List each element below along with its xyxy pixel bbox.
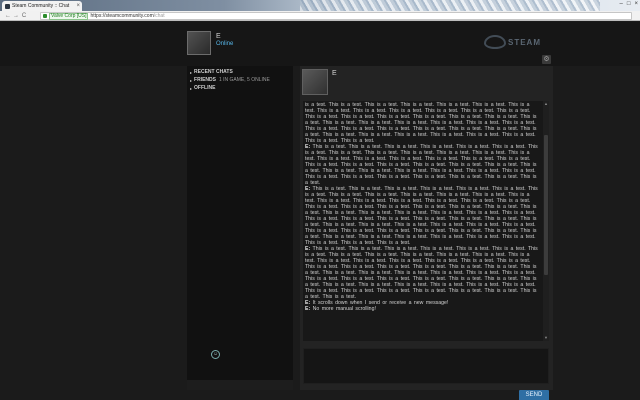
expand-arrow-icon: ▸ (190, 77, 193, 83)
scrollbar-thumb[interactable] (544, 135, 548, 275)
lock-icon (43, 14, 47, 18)
window-controls: – □ × (620, 0, 638, 9)
browser-toolbar: ← → C Valve Corp [US] https://steamcommu… (0, 11, 640, 21)
steam-logo-icon (484, 35, 506, 49)
user-status[interactable]: Online (216, 41, 233, 47)
chat-panel: E is a test. This is a test. This is a t… (300, 66, 553, 390)
gear-icon[interactable]: ⚙ (542, 55, 551, 64)
chat-message: E: This is a test. This is a test. This … (305, 144, 541, 186)
avatar[interactable] (187, 31, 211, 55)
send-button[interactable]: SEND (519, 390, 549, 400)
scroll-down-icon[interactable]: ▼ (543, 335, 549, 341)
message-sender: E: (305, 306, 311, 312)
expand-arrow-icon: ▸ (190, 69, 193, 75)
chat-partner-name: E (332, 70, 337, 77)
friends-group-label: RECENT CHATS (194, 69, 233, 75)
chat-log[interactable]: is a test. This is a test. This is a tes… (303, 101, 543, 341)
chat-message: is a test. This is a test. This is a tes… (305, 102, 541, 144)
message-text: No more manual scrolling! (312, 306, 376, 312)
friends-group-offline[interactable]: ▸ OFFLINE (187, 84, 293, 92)
theme-artwork (300, 0, 600, 11)
back-icon[interactable]: ← (4, 13, 12, 19)
chat-scrollbar[interactable]: ▲ ▼ (543, 101, 549, 341)
friends-footer (187, 380, 293, 390)
message-text: This is a test. This is a test. This is … (305, 246, 538, 300)
friends-group-recent-chats[interactable]: ▸ RECENT CHATS (187, 68, 293, 76)
close-window-icon[interactable]: × (634, 0, 638, 9)
ev-certificate-badge[interactable]: Valve Corp [US] (49, 12, 89, 20)
steam-logo-text: STEAM (508, 37, 541, 47)
steam-chat-page: E Online STEAM ⚙ ▸ RECENT CHATS ▸ FRIEND… (0, 22, 640, 400)
tab-title: Steam Community :: Chat (12, 3, 70, 9)
page-header: E Online STEAM ⚙ (0, 22, 640, 66)
chat-message: E: This is a test. This is a test. This … (305, 186, 541, 246)
message-text: This is a test. This is a test. This is … (305, 186, 538, 246)
tab-close-icon[interactable]: × (76, 3, 80, 9)
message-text: This is a test. This is a test. This is … (305, 144, 538, 186)
friends-group-label: OFFLINE (194, 85, 216, 91)
emoticon-icon[interactable]: ☺ (211, 350, 220, 359)
chat-message: E: No more manual scrolling! (305, 306, 541, 312)
url-host: https://steamcommunity.com (90, 13, 154, 19)
friends-group-label: FRIENDS (194, 77, 216, 83)
browser-tab[interactable]: Steam Community :: Chat × (2, 1, 82, 11)
maximize-icon[interactable]: □ (627, 0, 631, 9)
url-path: /chat (153, 13, 165, 19)
address-bar[interactable]: Valve Corp [US] https://steamcommunity.c… (40, 12, 632, 20)
forward-icon[interactable]: → (12, 13, 20, 19)
chat-message-input[interactable] (303, 348, 549, 384)
reload-icon[interactable]: C (20, 13, 28, 19)
browser-titlebar: Steam Community :: Chat × – □ × (0, 0, 640, 11)
minimize-icon[interactable]: – (620, 0, 623, 9)
steam-logo: STEAM (484, 31, 552, 53)
steam-favicon-icon (5, 3, 10, 9)
expand-arrow-icon: ▸ (190, 85, 193, 91)
chat-message: E: This is a test. This is a test. This … (305, 246, 541, 300)
scroll-up-icon[interactable]: ▲ (543, 101, 549, 107)
friends-group-count: 1 IN GAME, 5 ONLINE (218, 77, 270, 83)
user-name[interactable]: E (216, 33, 221, 40)
message-text: is a test. This is a test. This is a tes… (305, 102, 537, 144)
chat-partner-avatar[interactable] (302, 69, 328, 95)
url-text: https://steamcommunity.com/chat (90, 13, 164, 19)
friends-list-panel: ▸ RECENT CHATS ▸ FRIENDS 1 IN GAME, 5 ON… (187, 66, 293, 390)
friends-group-friends[interactable]: ▸ FRIENDS 1 IN GAME, 5 ONLINE (187, 76, 293, 84)
